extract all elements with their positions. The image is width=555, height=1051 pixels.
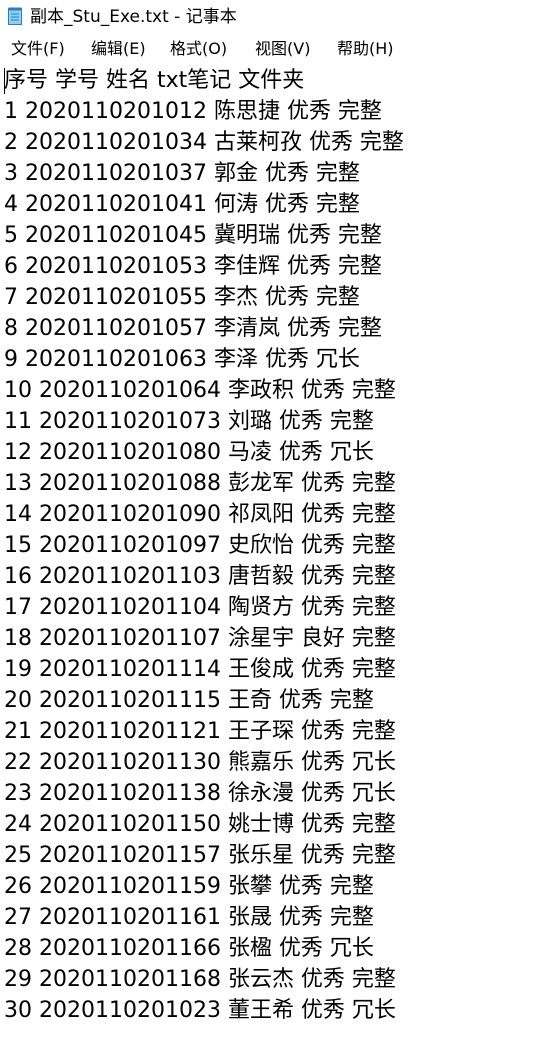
text-line: 27 2020110201161 张晟 优秀 完整 xyxy=(4,905,374,930)
text-line: 5 2020110201045 冀明瑞 优秀 完整 xyxy=(4,223,382,248)
text-line: 18 2020110201107 涂星宇 良好 完整 xyxy=(4,626,396,651)
text-line: 3 2020110201037 郭金 优秀 完整 xyxy=(4,161,360,186)
text-line: 12 2020110201080 马凌 优秀 冗长 xyxy=(4,440,374,465)
title-bar[interactable]: 副本_Stu_Exe.txt - 记事本 xyxy=(0,0,555,34)
text-line: 23 2020110201138 徐永漫 优秀 冗长 xyxy=(4,781,396,806)
text-line: 30 2020110201023 董王希 优秀 冗长 xyxy=(4,998,396,1023)
text-line: 17 2020110201104 陶贤方 优秀 完整 xyxy=(4,595,396,620)
menu-view[interactable]: 视图(V) xyxy=(255,38,310,60)
menu-format[interactable]: 格式(O) xyxy=(170,38,227,60)
text-line: 9 2020110201063 李泽 优秀 冗长 xyxy=(4,347,360,372)
text-line: 29 2020110201168 张云杰 优秀 完整 xyxy=(4,967,396,992)
text-line: 10 2020110201064 李政积 优秀 完整 xyxy=(4,378,396,403)
text-line: 25 2020110201157 张乐星 优秀 完整 xyxy=(4,843,396,868)
notepad-icon xyxy=(8,7,22,25)
menu-help[interactable]: 帮助(H) xyxy=(337,38,394,60)
text-line: 19 2020110201114 王俊成 优秀 完整 xyxy=(4,657,396,682)
window-title: 副本_Stu_Exe.txt - 记事本 xyxy=(30,7,237,27)
text-editor-area[interactable]: 序号 学号 姓名 txt笔记 文件夹 1 2020110201012 陈思捷 优秀… xyxy=(0,64,555,1051)
text-line: 8 2020110201057 李清岚 优秀 完整 xyxy=(4,316,382,341)
text-line: 21 2020110201121 王子琛 优秀 完整 xyxy=(4,719,396,744)
menu-file[interactable]: 文件(F) xyxy=(11,38,65,60)
text-line: 13 2020110201088 彭龙军 优秀 完整 xyxy=(4,471,396,496)
text-line-header: 序号 学号 姓名 txt笔记 文件夹 xyxy=(4,68,305,93)
text-line: 6 2020110201053 李佳辉 优秀 完整 xyxy=(4,254,382,279)
text-line: 28 2020110201166 张楹 优秀 冗长 xyxy=(4,936,374,961)
text-line: 11 2020110201073 刘璐 优秀 完整 xyxy=(4,409,374,434)
text-line: 16 2020110201103 唐哲毅 优秀 完整 xyxy=(4,564,396,589)
text-line: 15 2020110201097 史欣怡 优秀 完整 xyxy=(4,533,396,558)
text-line: 1 2020110201012 陈思捷 优秀 完整 xyxy=(4,99,382,124)
menu-bar: 文件(F) 编辑(E) 格式(O) 视图(V) 帮助(H) xyxy=(0,34,555,64)
text-line: 2 2020110201034 古莱柯孜 优秀 完整 xyxy=(4,130,404,155)
text-line: 24 2020110201150 姚士博 优秀 完整 xyxy=(4,812,396,837)
text-line: 14 2020110201090 祁凤阳 优秀 完整 xyxy=(4,502,396,527)
text-line: 22 2020110201130 熊嘉乐 优秀 冗长 xyxy=(4,750,396,775)
menu-edit[interactable]: 编辑(E) xyxy=(91,38,146,60)
text-line: 4 2020110201041 何涛 优秀 完整 xyxy=(4,192,360,217)
text-line: 20 2020110201115 王奇 优秀 完整 xyxy=(4,688,374,713)
text-line: 7 2020110201055 李杰 优秀 完整 xyxy=(4,285,360,310)
text-line: 26 2020110201159 张攀 优秀 完整 xyxy=(4,874,374,899)
